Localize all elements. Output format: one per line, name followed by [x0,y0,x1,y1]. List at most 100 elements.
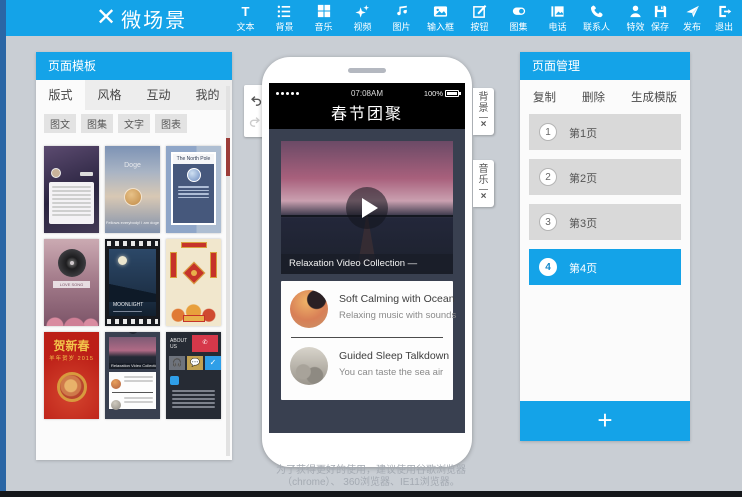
template-relax-video[interactable]: Relaxation Video Collection — [105,332,160,419]
lantern-banner [210,252,217,278]
headphone-tile: 🎧 [169,356,185,370]
page-item-4-selected[interactable]: 4 第4页 [529,249,681,285]
template-doge[interactable]: Doge Fellows everybody! I am doge [105,146,160,233]
playlist-thumb [290,290,328,328]
stars-icon [355,4,370,19]
play-button[interactable] [346,187,388,229]
tab-style[interactable]: 风格 [85,80,134,110]
phone-tile: ✆ [192,335,218,352]
list-icon [277,4,292,19]
top-toolbar: ✕ 微场景 T 文本 背景 音乐 [0,0,742,36]
page-panel-title: 页面管理 [520,52,690,80]
playlist-card: Soft Calming with Ocean Relaxing music w… [281,281,453,400]
browser-hint: 为了获得更好的使用，建议使用谷歌浏览器 （chrome）、 360浏览器、IE1… [0,465,742,489]
filter-text[interactable]: 文字 [118,114,150,133]
toolbar-item-music[interactable]: 音乐 [304,0,343,36]
window-bottom-edge [0,491,742,497]
toolbar-item-button[interactable]: 按钮 [460,0,499,36]
status-bar: 07:08AM 100% [269,83,465,103]
toolbar-item-image[interactable]: 图片 [382,0,421,36]
page-item-1[interactable]: 1 第1页 [529,114,681,150]
template-scrollbar[interactable] [226,86,230,456]
chinese-knot [182,262,205,285]
play-icon [128,332,138,334]
template-north-pole[interactable]: The North Pole [166,146,221,233]
toolbar-item-contacts[interactable]: 联系人 [577,0,616,36]
picture-icon [433,4,448,19]
photo-frame-icon [550,4,565,19]
app-logo: ✕ 微场景 [96,0,187,36]
person-icon [628,4,643,19]
page-title[interactable]: 春节团聚 [269,103,465,129]
phone-preview: 07:08AM 100% 春节团聚 Relaxation Video Colle… [262,57,472,467]
gold-flower-wreath [57,372,87,402]
template-new-year-cream[interactable] [166,239,221,326]
globe-image [187,168,201,182]
phone-speaker [348,68,386,73]
battery-percent: 100% [424,89,443,98]
template-about-tiles[interactable]: ABOUT US ✆ 🎧 💬 ✓ [166,332,221,419]
video-element[interactable]: Relaxation Video Collection — [281,141,453,274]
grid-icon [317,4,331,19]
tab-interactive[interactable]: 互动 [134,80,183,110]
logo-x-icon: ✕ [96,6,116,30]
page-list: 1 第1页 2 第2页 3 第3页 4 第4页 [520,114,690,285]
scrollbar-thumb[interactable] [226,138,230,176]
exit-button[interactable]: 退出 [708,0,740,36]
toolbar-item-background[interactable]: 背景 [265,0,304,36]
tab-mine[interactable]: 我的 [183,80,232,110]
phone-screen: 07:08AM 100% 春节团聚 Relaxation Video Colle… [269,83,465,433]
template-new-year-red[interactable]: 贺新春 羊年贺岁 2015 [44,332,99,419]
edit-icon [472,4,487,19]
toolbar-item-video[interactable]: 视频 [343,0,382,36]
playlist-item[interactable]: Soft Calming with Ocean Relaxing music w… [281,281,453,337]
text-icon: T [242,4,250,19]
lantern-banner [170,252,177,278]
close-icon[interactable]: × [481,120,487,130]
template-filters: 图文 图集 文字 图表 [36,110,232,136]
save-icon [653,4,668,19]
page-management-panel: 页面管理 复制 删除 生成模版 1 第1页 2 第2页 3 第3页 4 第4页 [520,52,690,441]
template-moonlight[interactable]: MOONLIGHT [105,239,160,326]
template-love-song[interactable]: LOVE SONG [44,239,99,326]
toolbar-item-text[interactable]: T 文本 [226,0,265,36]
video-caption: Relaxation Video Collection — [281,254,453,274]
make-template-button[interactable]: 生成模版 [631,89,677,105]
template-panel: 页面模板 版式 风格 互动 我的 图文 图集 文字 图表 Doge Fellow… [36,52,232,460]
editor-window: ✕ 微场景 T 文本 背景 音乐 [0,0,742,497]
avatar [51,168,61,178]
toolbar-item-input[interactable]: 输入框 [421,0,460,36]
delete-page-button[interactable]: 删除 [582,89,605,105]
page-item-3[interactable]: 3 第3页 [529,204,681,240]
background-tab: 背景 × [473,88,494,135]
filter-imagetext[interactable]: 图文 [44,114,76,133]
battery-icon [445,90,459,97]
add-page-button[interactable]: + [520,401,690,441]
close-icon[interactable]: × [481,192,487,202]
toolbar-item-gallery[interactable]: 图集 [499,0,538,36]
logo-text: 微场景 [121,4,187,33]
filter-gallery[interactable]: 图集 [81,114,113,133]
undo-icon[interactable] [249,94,262,107]
check-tile: ✓ [205,356,221,370]
template-tabs: 版式 风格 互动 我的 [36,80,232,110]
paper-plane-icon [685,4,700,19]
page-item-2[interactable]: 2 第2页 [529,159,681,195]
playlist-thumb [290,347,328,385]
template-quote-night[interactable] [44,146,99,233]
save-button[interactable]: 保存 [644,0,676,36]
music-tab: 音乐 × [473,160,494,207]
tab-layout[interactable]: 版式 [36,80,85,110]
toolbar-nav: T 文本 背景 音乐 视频 [226,0,655,36]
page-actions: 复制 删除 生成模版 [520,80,690,114]
template-grid: Doge Fellows everybody! I am doge The No… [44,146,222,419]
toolbar-actions: 保存 发布 退出 [644,0,740,36]
filter-chart[interactable]: 图表 [155,114,187,133]
publish-button[interactable]: 发布 [676,0,708,36]
copy-page-button[interactable]: 复制 [533,89,556,105]
playlist-item[interactable]: Guided Sleep Talkdown You can taste the … [281,338,453,394]
redo-icon[interactable] [249,115,262,128]
toolbar-item-phone[interactable]: 电话 [538,0,577,36]
window-left-edge [0,0,6,497]
music-note-icon [395,4,409,19]
